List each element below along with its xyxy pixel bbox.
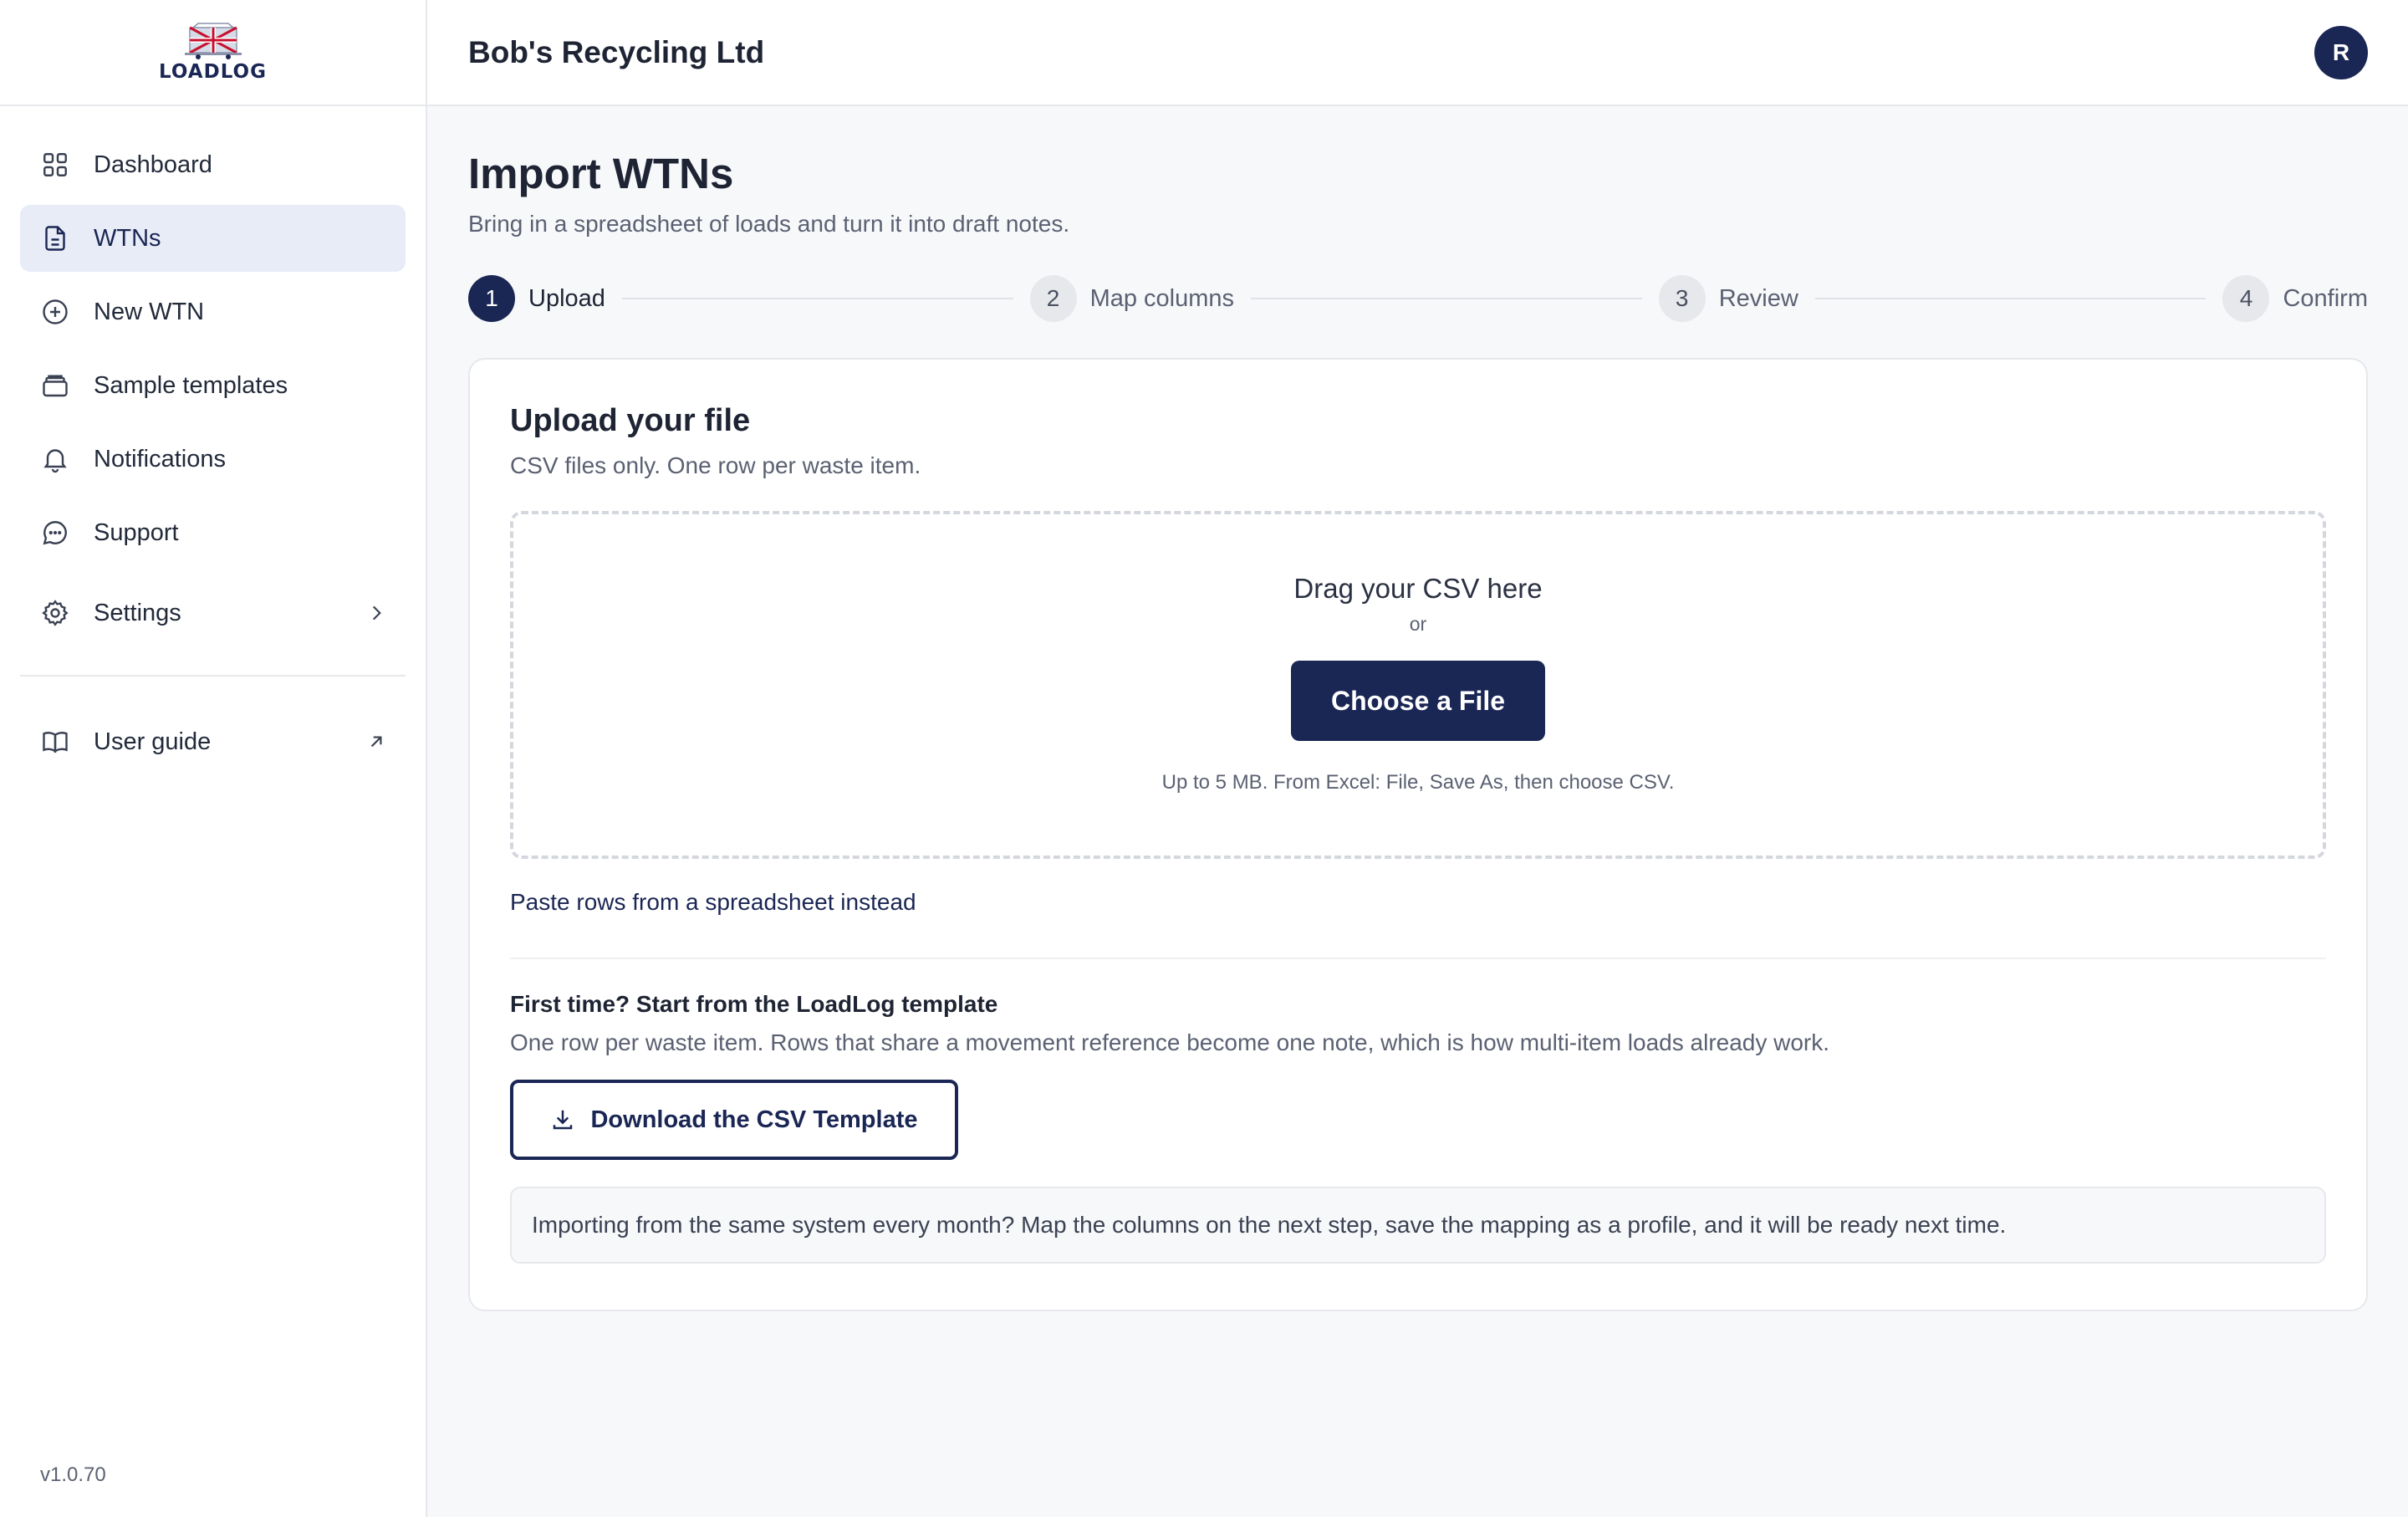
step-confirm: 4 Confirm <box>2222 275 2368 322</box>
step-map-columns: 2 Map columns <box>1029 275 1235 322</box>
sidebar-item-dashboard[interactable]: Dashboard <box>20 131 406 198</box>
sidebar-item-label: User guide <box>94 728 212 755</box>
archive-icon <box>40 370 70 401</box>
app-version: v1.0.70 <box>40 1463 106 1486</box>
step-review: 3 Review <box>1658 275 1798 322</box>
step-upload: 1 Upload <box>468 275 605 322</box>
sidebar-nav: Dashboard WTNs New WTN Sample templates … <box>0 106 426 775</box>
sidebar-item-wtns[interactable]: WTNs <box>20 205 406 272</box>
chat-icon <box>40 518 70 548</box>
logo-truck-icon <box>184 22 242 59</box>
step-number: 1 <box>468 275 515 322</box>
upload-card-subtitle: CSV files only. One row per waste item. <box>510 452 921 478</box>
download-template-label: Download the CSV Template <box>590 1106 918 1133</box>
download-template-button[interactable]: Download the CSV Template <box>510 1080 958 1160</box>
sidebar-item-sample-templates[interactable]: Sample templates <box>20 352 406 419</box>
step-label: Map columns <box>1089 284 1235 312</box>
step-connector <box>1814 298 2206 299</box>
sidebar-item-label: Settings <box>94 599 181 626</box>
logo-text: LOADLOG <box>159 60 267 83</box>
page-subtitle: Bring in a spreadsheet of loads and turn… <box>468 211 1070 237</box>
dropzone-hint: Up to 5 MB. From Excel: File, Save As, t… <box>1161 771 1675 794</box>
sidebar-item-settings[interactable]: Settings <box>20 580 406 646</box>
import-stepper: 1 Upload 2 Map columns 3 Review 4 Confir… <box>468 274 2368 323</box>
upload-card: Upload your file CSV files only. One row… <box>468 358 2368 1311</box>
grid-icon <box>40 150 70 180</box>
page-title: Import WTNs <box>468 150 734 197</box>
download-icon <box>554 1110 573 1130</box>
csv-dropzone[interactable]: Drag your CSV here or Choose a File Up t… <box>510 511 2326 859</box>
sidebar-item-user-guide[interactable]: User guide <box>20 708 406 775</box>
mapping-profile-tip: Importing from the same system every mon… <box>510 1187 2326 1264</box>
step-number: 2 <box>1029 275 1077 322</box>
step-connector <box>621 298 1013 299</box>
step-label: Confirm <box>2283 284 2368 312</box>
sidebar-divider <box>20 675 406 677</box>
sidebar-item-label: New WTN <box>94 298 205 325</box>
sidebar-item-support[interactable]: Support <box>20 499 406 566</box>
step-connector <box>1251 298 1642 299</box>
dropzone-title: Drag your CSV here <box>1293 573 1543 604</box>
choose-file-button[interactable]: Choose a File <box>1291 661 1545 741</box>
chevron-right-icon <box>365 602 387 624</box>
document-icon <box>40 223 70 253</box>
sidebar-item-label: Notifications <box>94 445 226 472</box>
template-description: One row per waste item. Rows that share … <box>510 1029 1830 1055</box>
main-content: Import WTNs Bring in a spreadsheet of lo… <box>468 106 2368 1311</box>
paste-rows-link[interactable]: Paste rows from a spreadsheet instead <box>510 889 916 916</box>
organization-name: Bob's Recycling Ltd <box>468 34 765 69</box>
bell-icon <box>40 444 70 474</box>
sidebar: LOADLOG Dashboard WTNs New WTN Sample te… <box>0 0 427 1517</box>
upload-card-title: Upload your file <box>510 403 751 438</box>
sidebar-item-label: WTNs <box>94 224 161 252</box>
book-icon <box>40 727 70 757</box>
card-divider <box>510 958 2326 959</box>
sidebar-item-notifications[interactable]: Notifications <box>20 426 406 493</box>
user-avatar[interactable]: R <box>2314 25 2368 79</box>
step-label: Review <box>1718 284 1798 312</box>
dropzone-or: or <box>1409 613 1427 635</box>
sidebar-item-label: Dashboard <box>94 151 212 178</box>
sidebar-item-label: Sample templates <box>94 371 288 399</box>
plus-circle-icon <box>40 297 70 327</box>
logo[interactable]: LOADLOG <box>0 0 426 106</box>
template-title: First time? Start from the LoadLog templ… <box>510 991 998 1017</box>
external-arrow-icon <box>365 731 387 753</box>
gear-icon <box>40 598 70 628</box>
sidebar-item-new-wtn[interactable]: New WTN <box>20 278 406 345</box>
sidebar-item-label: Support <box>94 518 179 546</box>
step-label: Upload <box>528 284 605 312</box>
step-number: 4 <box>2222 275 2270 322</box>
topbar: Bob's Recycling Ltd R <box>427 0 2408 106</box>
step-number: 3 <box>1658 275 1706 322</box>
